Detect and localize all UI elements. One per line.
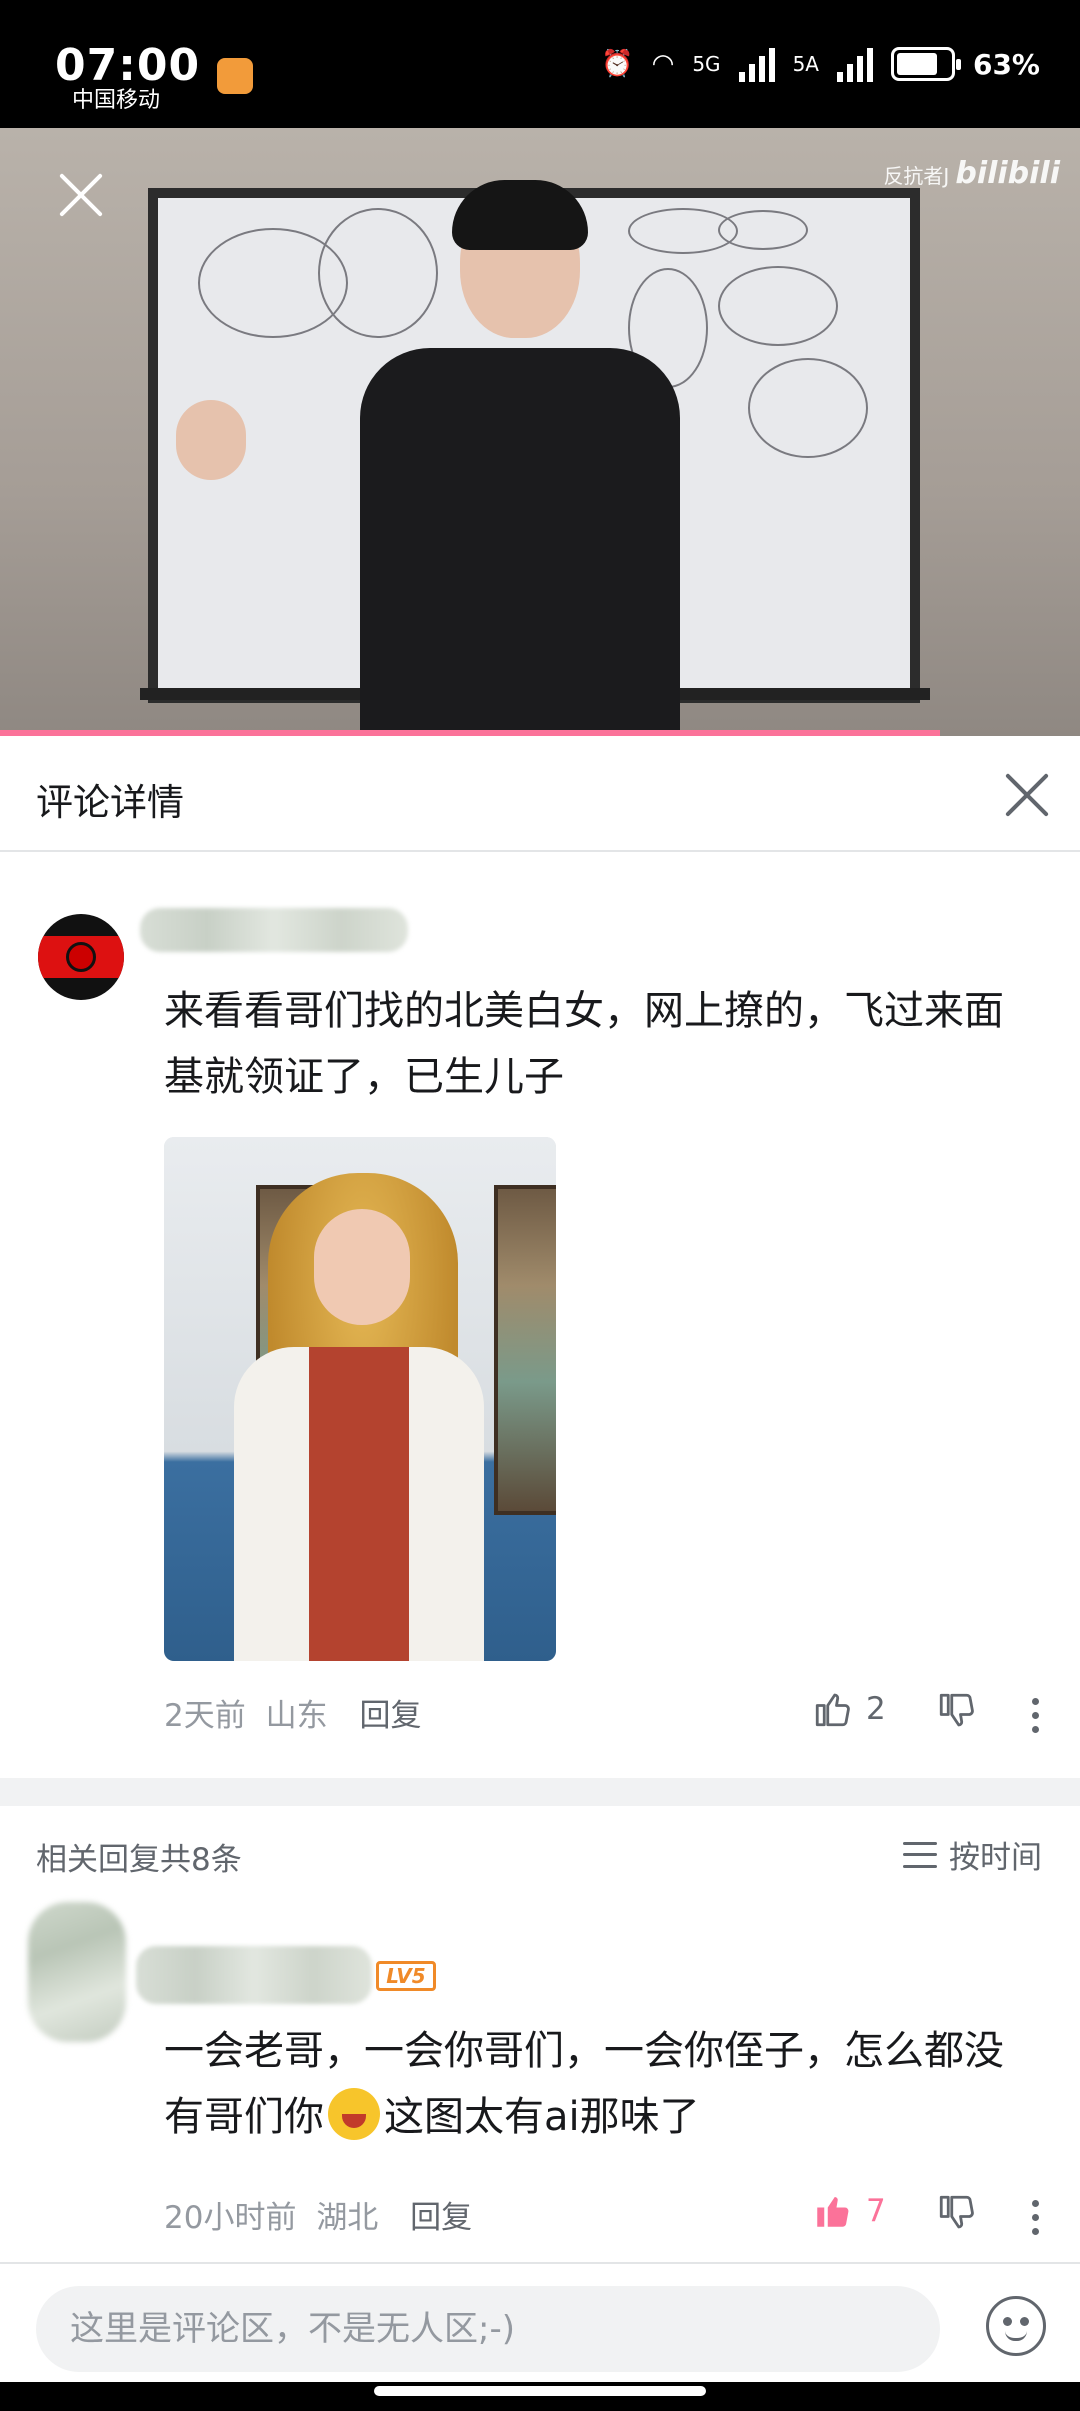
status-bar: 07:00 中国移动 ⏰ ◠ 5G 5A 63% — [0, 0, 1080, 128]
comment-input-bar: 这里是评论区，不是无人区;-) — [0, 2262, 1080, 2382]
reply-username-blurred[interactable] — [136, 1946, 372, 2004]
username-blurred[interactable] — [140, 908, 408, 952]
watermark-brand: bilibili — [955, 156, 1060, 191]
network-label: 5G — [692, 52, 721, 76]
network-label-2: 5A — [792, 52, 819, 76]
signal-icon-2 — [836, 46, 873, 82]
like-button-2[interactable]: 7 — [812, 2190, 886, 2232]
replies-count: 相关回复共8条 — [36, 1842, 242, 1878]
reply-text: 一会老哥，一会你哥们，一会你侄子，怎么都没有哥们你 这图太有ai那味了 — [164, 2018, 1024, 2150]
comment-meta: 2天前 山东 回复 — [164, 1690, 421, 1735]
reply-meta: 20小时前 湖北 回复 — [164, 2192, 472, 2237]
status-right: ⏰ ◠ 5G 5A 63% — [601, 46, 1040, 82]
panel-title: 评论详情 — [36, 781, 184, 824]
presenter-figure — [360, 180, 680, 736]
list-icon — [903, 1841, 937, 1868]
app-notification-icon — [217, 57, 254, 94]
like-count-2: 7 — [866, 2193, 886, 2229]
thumbs-up-icon — [815, 1693, 850, 1727]
home-indicator[interactable] — [374, 2386, 706, 2396]
video-player[interactable]: 反抗者J bilibili — [0, 128, 1080, 736]
comment-text: 来看看哥们找的北美白女，网上撩的，飞过来面基就领证了，已生儿子 — [164, 988, 1004, 1100]
sort-button[interactable]: 按时间 — [903, 1832, 1042, 1877]
reply-location: 湖北 — [316, 2200, 379, 2236]
emoji-icon[interactable] — [986, 2296, 1046, 2356]
comment-time: 2天前 — [164, 1698, 246, 1734]
comment-image[interactable] — [164, 1137, 556, 1661]
laughing-emoji-icon — [328, 2088, 380, 2140]
reply-text-part-2: 这图太有ai那味了 — [384, 2094, 700, 2140]
wifi-icon: ◠ — [651, 49, 675, 79]
panel-close-icon[interactable] — [1004, 772, 1050, 818]
like-count: 2 — [866, 1691, 886, 1727]
comment-location: 山东 — [265, 1698, 328, 1734]
thumbs-down-icon-2[interactable] — [936, 2192, 978, 2234]
signal-icon — [738, 46, 775, 82]
carrier-label: 中国移动 — [72, 88, 161, 113]
reply-avatar-blurred[interactable] — [28, 1902, 126, 2042]
like-button[interactable]: 2 — [812, 1688, 886, 1730]
video-close-icon[interactable] — [56, 170, 106, 220]
watermark-prefix: 反抗者J — [883, 164, 950, 188]
reply-time: 20小时前 — [164, 2200, 297, 2236]
alarm-icon: ⏰ — [601, 49, 634, 79]
level-badge: LV5 — [376, 1961, 436, 1991]
section-divider — [0, 1778, 1080, 1806]
battery-percent: 63% — [972, 47, 1040, 81]
video-watermark: 反抗者J bilibili — [883, 156, 1060, 191]
more-options-icon[interactable] — [1032, 1698, 1040, 1734]
battery-icon — [890, 47, 961, 81]
presenter-hand — [176, 400, 246, 480]
more-options-icon-2[interactable] — [1032, 2200, 1040, 2236]
thumbs-down-icon[interactable] — [936, 1690, 978, 1732]
avatar[interactable] — [38, 914, 124, 1000]
comment-panel-header: 评论详情 — [0, 736, 1080, 852]
thumbs-up-filled-icon — [817, 2197, 849, 2227]
comment-input[interactable]: 这里是评论区，不是无人区;-) — [36, 2286, 940, 2372]
reply-button-2[interactable]: 回复 — [410, 2200, 472, 2236]
sort-label: 按时间 — [949, 1840, 1042, 1876]
reply-button[interactable]: 回复 — [359, 1698, 421, 1734]
